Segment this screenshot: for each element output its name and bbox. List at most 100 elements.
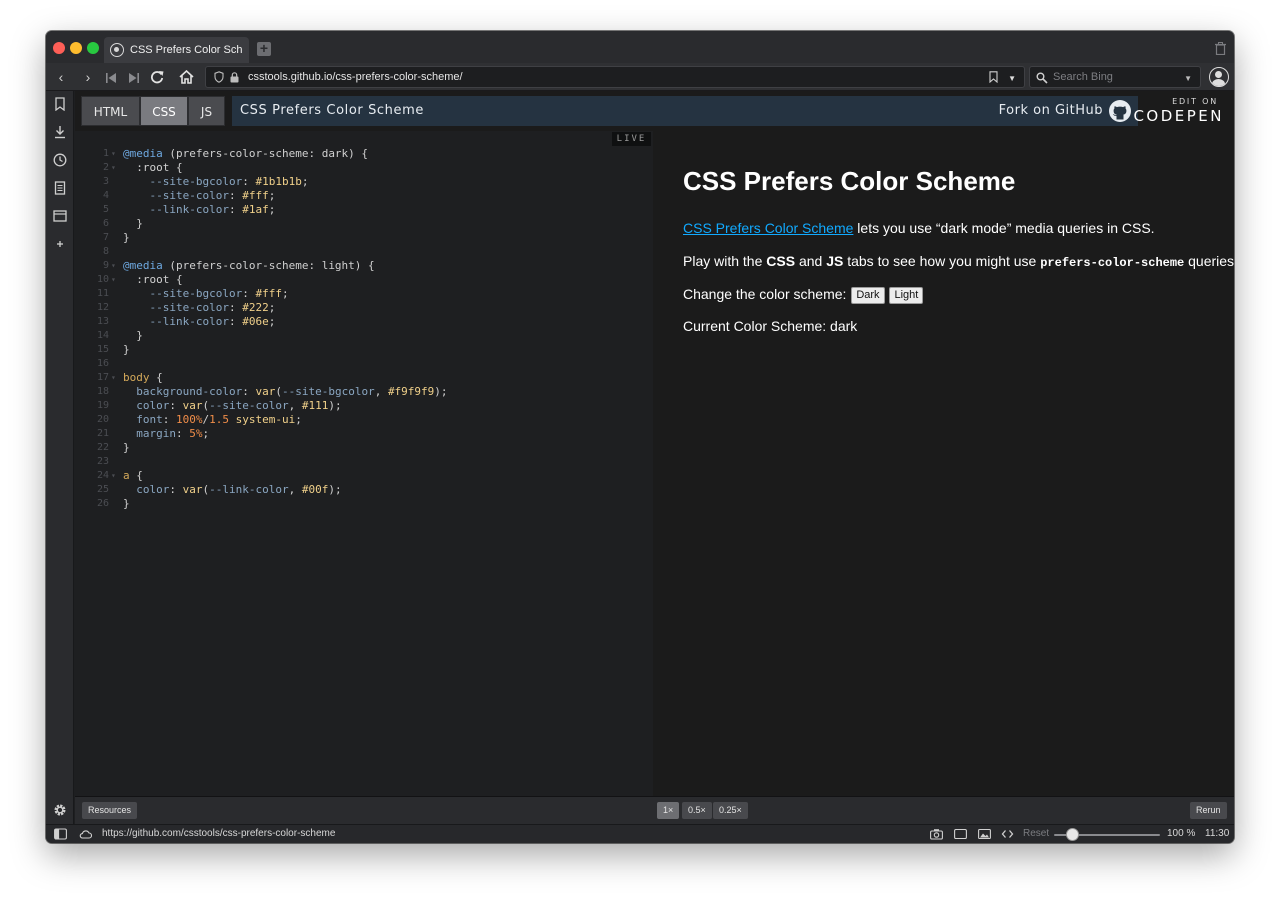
zoom-slider-knob[interactable]	[1065, 828, 1079, 841]
code-line[interactable]: 18 background-color: var(--site-bgcolor,…	[75, 385, 653, 399]
shield-icon[interactable]	[214, 71, 224, 83]
code-line[interactable]: 23	[75, 455, 653, 469]
resources-button[interactable]: Resources	[82, 802, 138, 819]
code-text: margin: 5%;	[123, 427, 209, 441]
code-line[interactable]: 24 ▾ a {	[75, 469, 653, 483]
code-line[interactable]: 8	[75, 245, 653, 259]
page-content: HTML CSS JS CSS Prefers Color Scheme For…	[75, 91, 1234, 824]
code-line[interactable]: 2 ▾ :root {	[75, 161, 653, 175]
code-line[interactable]: 14 }	[75, 329, 653, 343]
code-token: --site-bgcolor	[123, 287, 243, 300]
rewind-icon[interactable]	[106, 73, 116, 83]
lock-icon[interactable]	[230, 72, 239, 83]
line-number: 8	[102, 246, 109, 257]
history-panel-icon[interactable]	[53, 153, 67, 167]
code-lines[interactable]: 1 ▾ @media (prefers-color-scheme: dark) {2…	[75, 147, 653, 511]
tab-html[interactable]: HTML	[81, 96, 140, 126]
zoom-0-5x-button[interactable]: 0.5×	[682, 802, 712, 819]
tab-css[interactable]: CSS	[140, 96, 188, 126]
add-panel-icon[interactable]	[53, 237, 67, 251]
fast-forward-icon[interactable]	[129, 73, 139, 83]
minimize-window-button[interactable]	[70, 42, 82, 54]
zoom-0-25x-button[interactable]: 0.25×	[713, 802, 748, 819]
zoom-1x-button[interactable]: 1×	[657, 802, 680, 819]
code-line[interactable]: 19 color: var(--site-color, #111);	[75, 399, 653, 413]
forward-icon[interactable]: ›	[79, 68, 97, 86]
home-icon[interactable]	[179, 70, 194, 84]
fold-arrow-icon[interactable]: ▾	[111, 469, 116, 483]
light-button[interactable]: Light	[889, 287, 924, 304]
dark-button[interactable]: Dark	[851, 287, 885, 304]
chevron-down-icon[interactable]: ▼	[1008, 74, 1016, 83]
image-toggle-icon[interactable]	[978, 828, 991, 840]
code-token: :	[242, 385, 256, 398]
maximize-window-button[interactable]	[87, 42, 99, 54]
github-icon[interactable]	[1108, 99, 1132, 123]
project-link[interactable]: CSS Prefers Color Scheme	[683, 220, 853, 236]
browser-tab[interactable]: CSS Prefers Color Scheme	[104, 37, 249, 63]
code-token: );	[434, 385, 448, 398]
reload-icon[interactable]	[150, 70, 164, 84]
code-token: );	[328, 399, 342, 412]
code-line[interactable]: 25 color: var(--link-color, #00f);	[75, 483, 653, 497]
code-line[interactable]: 22}	[75, 441, 653, 455]
rerun-button[interactable]: Rerun	[1190, 802, 1227, 819]
panel-toggle-icon[interactable]	[54, 828, 67, 840]
code-line[interactable]: 3 --site-bgcolor: #1b1b1b;	[75, 175, 653, 189]
fork-on-github-link[interactable]: Fork on GitHub	[999, 103, 1103, 118]
settings-gear-icon[interactable]	[53, 803, 67, 817]
code-line[interactable]: 21 margin: 5%;	[75, 427, 653, 441]
search-field[interactable]: Search Bing ▼	[1029, 66, 1201, 88]
back-icon[interactable]: ‹	[52, 68, 70, 86]
trash-icon[interactable]	[1215, 42, 1226, 55]
css-editor[interactable]: LIVE 1 ▾ @media (prefers-color-scheme: dar…	[75, 131, 653, 796]
code-token: #f9f9f9	[387, 385, 435, 398]
tiling-icon[interactable]	[954, 828, 967, 840]
code-line[interactable]: 5 --link-color: #1af;	[75, 203, 653, 217]
fold-arrow-icon[interactable]: ▾	[111, 371, 116, 385]
fold-arrow-icon[interactable]: ▾	[111, 273, 116, 287]
code-line[interactable]: 1 ▾ @media (prefers-color-scheme: dark) {	[75, 147, 653, 161]
search-engine-dropdown-icon[interactable]: ▼	[1184, 74, 1192, 83]
profile-avatar-icon[interactable]	[1209, 67, 1229, 87]
address-bar[interactable]: csstools.github.io/css-prefers-color-sch…	[205, 66, 1025, 88]
code-line[interactable]: 15}	[75, 343, 653, 357]
code-line[interactable]: 20 font: 100%/1.5 system-ui;	[75, 413, 653, 427]
code-token: (prefers-color-scheme: dark) {	[162, 147, 369, 160]
fold-arrow-icon[interactable]: ▾	[111, 161, 116, 175]
code-line[interactable]: 17 ▾ body {	[75, 371, 653, 385]
code-line[interactable]: 9 ▾ @media (prefers-color-scheme: light) {	[75, 259, 653, 273]
code-token: ,	[288, 399, 302, 412]
codepen-logo[interactable]: CODEPEN	[1133, 107, 1224, 125]
camera-icon[interactable]	[930, 828, 943, 840]
fold-arrow-icon[interactable]: ▾	[111, 259, 116, 273]
notes-panel-icon[interactable]	[53, 181, 67, 195]
fold-arrow-icon[interactable]: ▾	[111, 147, 116, 161]
cloud-sync-icon[interactable]	[79, 828, 92, 840]
code-token: #00f	[301, 483, 329, 496]
downloads-panel-icon[interactable]	[53, 125, 67, 139]
code-line[interactable]: 4 --site-color: #fff;	[75, 189, 653, 203]
zoom-reset-button[interactable]: Reset	[1023, 828, 1049, 839]
code-line[interactable]: 16	[75, 357, 653, 371]
line-number: 13	[96, 316, 109, 327]
edit-on-label[interactable]: EDIT ON	[1172, 97, 1218, 106]
code-token: {	[129, 469, 143, 482]
code-line[interactable]: 7}	[75, 231, 653, 245]
bookmarks-panel-icon[interactable]	[53, 97, 67, 111]
code-line[interactable]: 6 }	[75, 217, 653, 231]
close-window-button[interactable]	[53, 42, 65, 54]
code-line[interactable]: 10 ▾ :root {	[75, 273, 653, 287]
new-tab-button[interactable]: +	[257, 41, 271, 56]
page-actions-icon[interactable]	[1001, 828, 1014, 840]
tab-js[interactable]: JS	[188, 96, 225, 126]
code-line[interactable]: 26}	[75, 497, 653, 511]
code-token: :	[162, 413, 176, 426]
bookmark-icon[interactable]	[989, 71, 998, 83]
code-line[interactable]: 13 --link-color: #06e;	[75, 315, 653, 329]
code-text: }	[123, 441, 130, 455]
code-token: ;	[268, 189, 276, 202]
window-panel-icon[interactable]	[53, 209, 67, 223]
code-line[interactable]: 11 --site-bgcolor: #fff;	[75, 287, 653, 301]
code-line[interactable]: 12 --site-color: #222;	[75, 301, 653, 315]
